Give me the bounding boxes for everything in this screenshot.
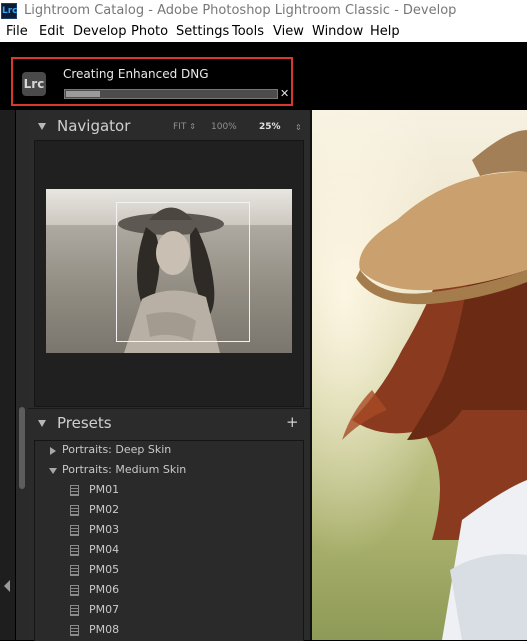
preset-item[interactable]: PM06 [35, 581, 301, 601]
collapse-triangle-icon[interactable] [49, 468, 57, 474]
preset-label: PM02 [89, 503, 120, 516]
collapse-left-arrow-icon[interactable] [4, 580, 10, 592]
task-progress-bar [64, 89, 278, 99]
preset-folder-deep-skin[interactable]: Portraits: Deep Skin [35, 441, 301, 461]
task-progress-fill [66, 91, 100, 97]
preset-label: PM07 [89, 603, 120, 616]
preset-label: PM01 [89, 483, 120, 496]
preset-label: PM04 [89, 543, 120, 556]
expand-triangle-icon[interactable] [50, 447, 56, 455]
zoom-100[interactable]: 100% [211, 122, 237, 132]
preset-icon [70, 585, 79, 596]
navigator-title: Navigator [57, 117, 131, 135]
preset-label: PM06 [89, 583, 120, 596]
menu-bar: File Edit Develop Photo Settings Tools V… [0, 22, 527, 42]
main-photo-image [312, 110, 527, 640]
navigator-view-rectangle[interactable] [116, 202, 250, 342]
menu-edit[interactable]: Edit [39, 24, 64, 39]
collapse-triangle-icon[interactable] [38, 123, 46, 130]
navigator-header[interactable]: Navigator FIT ⇕ 100% 25% ⇕ [28, 112, 310, 140]
panel-scrollbar-thumb[interactable] [19, 407, 25, 489]
preset-item[interactable]: PM08 [35, 621, 301, 641]
preset-icon [70, 625, 79, 636]
preset-item[interactable]: PM07 [35, 601, 301, 621]
preset-icon [70, 505, 79, 516]
menu-file[interactable]: File [6, 24, 28, 39]
preset-label: PM03 [89, 523, 120, 536]
menu-settings[interactable]: Settings [176, 24, 229, 39]
lightroom-app-icon[interactable]: Lrc [1, 3, 18, 19]
window-title: Lightroom Catalog - Adobe Photoshop Ligh… [24, 3, 457, 18]
task-label: Creating Enhanced DNG [63, 67, 209, 81]
preset-item[interactable]: PM02 [35, 501, 301, 521]
activity-task-box: Lrc Creating Enhanced DNG ✕ [11, 57, 293, 106]
lrc-logo: Lrc [22, 72, 46, 96]
preset-item[interactable]: PM01 [35, 481, 301, 501]
preset-label: PM08 [89, 623, 120, 636]
preset-item[interactable]: PM05 [35, 561, 301, 581]
presets-header[interactable]: Presets + [28, 409, 310, 437]
title-bar: Lrc Lightroom Catalog - Adobe Photoshop … [0, 0, 527, 22]
preset-item[interactable]: PM03 [35, 521, 301, 541]
preset-folder-medium-skin[interactable]: Portraits: Medium Skin [35, 461, 301, 481]
folder-label: Portraits: Medium Skin [62, 463, 187, 476]
preset-label: PM05 [89, 563, 120, 576]
preset-item[interactable]: PM04 [35, 541, 301, 561]
presets-title: Presets [57, 414, 112, 432]
close-icon[interactable]: ✕ [280, 88, 289, 99]
main-photo-view[interactable] [312, 110, 527, 640]
collapse-triangle-icon[interactable] [38, 420, 46, 427]
preset-icon [70, 605, 79, 616]
menu-window[interactable]: Window [312, 24, 363, 39]
left-panel: Navigator FIT ⇕ 100% 25% ⇕ Presets + Por… [28, 110, 310, 641]
zoom-fit[interactable]: FIT ⇕ [173, 122, 196, 132]
add-preset-icon[interactable]: + [286, 413, 299, 431]
zoom-25[interactable]: 25% [259, 122, 281, 132]
panel-scrollbar[interactable] [16, 110, 28, 640]
menu-help[interactable]: Help [370, 24, 400, 39]
menu-photo[interactable]: Photo [131, 24, 168, 39]
preset-icon [70, 485, 79, 496]
preset-icon [70, 545, 79, 556]
zoom-spinner-icon[interactable]: ⇕ [295, 123, 302, 132]
left-panel-toggle-strip[interactable] [0, 110, 15, 640]
spinner-icon: ⇕ [189, 122, 196, 131]
presets-list: Portraits: Deep Skin Portraits: Medium S… [34, 440, 304, 641]
menu-develop[interactable]: Develop [73, 24, 127, 39]
navigator-preview[interactable] [34, 140, 304, 407]
menu-view[interactable]: View [273, 24, 304, 39]
folder-label: Portraits: Deep Skin [62, 443, 172, 456]
preset-icon [70, 525, 79, 536]
menu-tools[interactable]: Tools [232, 24, 264, 39]
preset-icon [70, 565, 79, 576]
